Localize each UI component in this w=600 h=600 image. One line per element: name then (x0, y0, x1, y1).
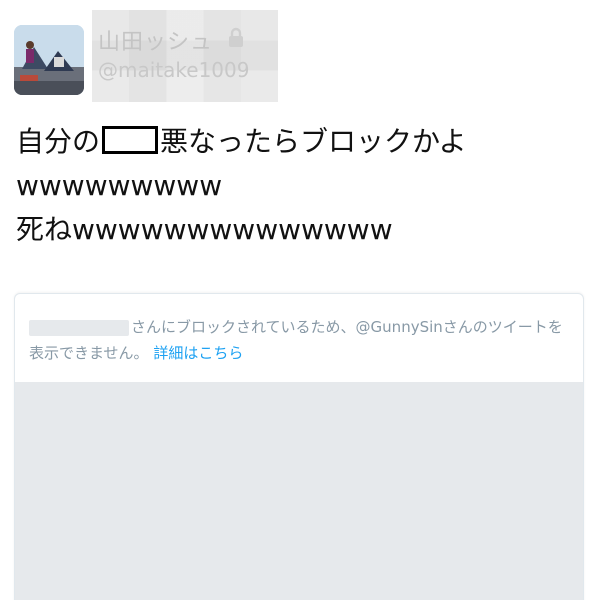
display-name[interactable]: 山田ッシュ (98, 24, 213, 56)
account-name-block: 山田ッシュ @maitake1009 (92, 10, 278, 102)
avatar[interactable] (14, 25, 84, 95)
blocked-notice: さんにブロックされているため、@GunnySinさんのツイートを表示できません。… (29, 314, 575, 366)
avatar-image (14, 25, 84, 95)
tweet-line-1-start: 自分の (16, 125, 101, 158)
tweet-line-1-end: 悪なったらブロックかよ (160, 125, 467, 158)
tweet-text: 自分の 悪なったらブロックかよ wwwwwwwww 死ねwwwwwwwwwwwww… (16, 120, 586, 252)
tweet-line-2: wwwwwwwww (16, 169, 223, 202)
account-handle[interactable]: @maitake1009 (98, 58, 249, 82)
blurred-username (29, 319, 129, 336)
tweet-line-1: 自分の 悪なったらブロックかよ (16, 120, 586, 164)
redaction-box (102, 126, 159, 154)
quoted-tweet-card[interactable]: さんにブロックされているため、@GunnySinさんのツイートを表示できません。… (14, 293, 584, 600)
tweet-line-3: 死ねwwwwwwwwwwwwww (16, 213, 393, 246)
screenshot-page: 山田ッシュ @maitake1009 自分の 悪なったらブロックかよ wwwwww… (0, 0, 600, 600)
lock-icon (229, 27, 243, 47)
learn-more-link[interactable]: 詳細はこちら (153, 344, 243, 362)
quoted-content-placeholder (15, 382, 583, 600)
